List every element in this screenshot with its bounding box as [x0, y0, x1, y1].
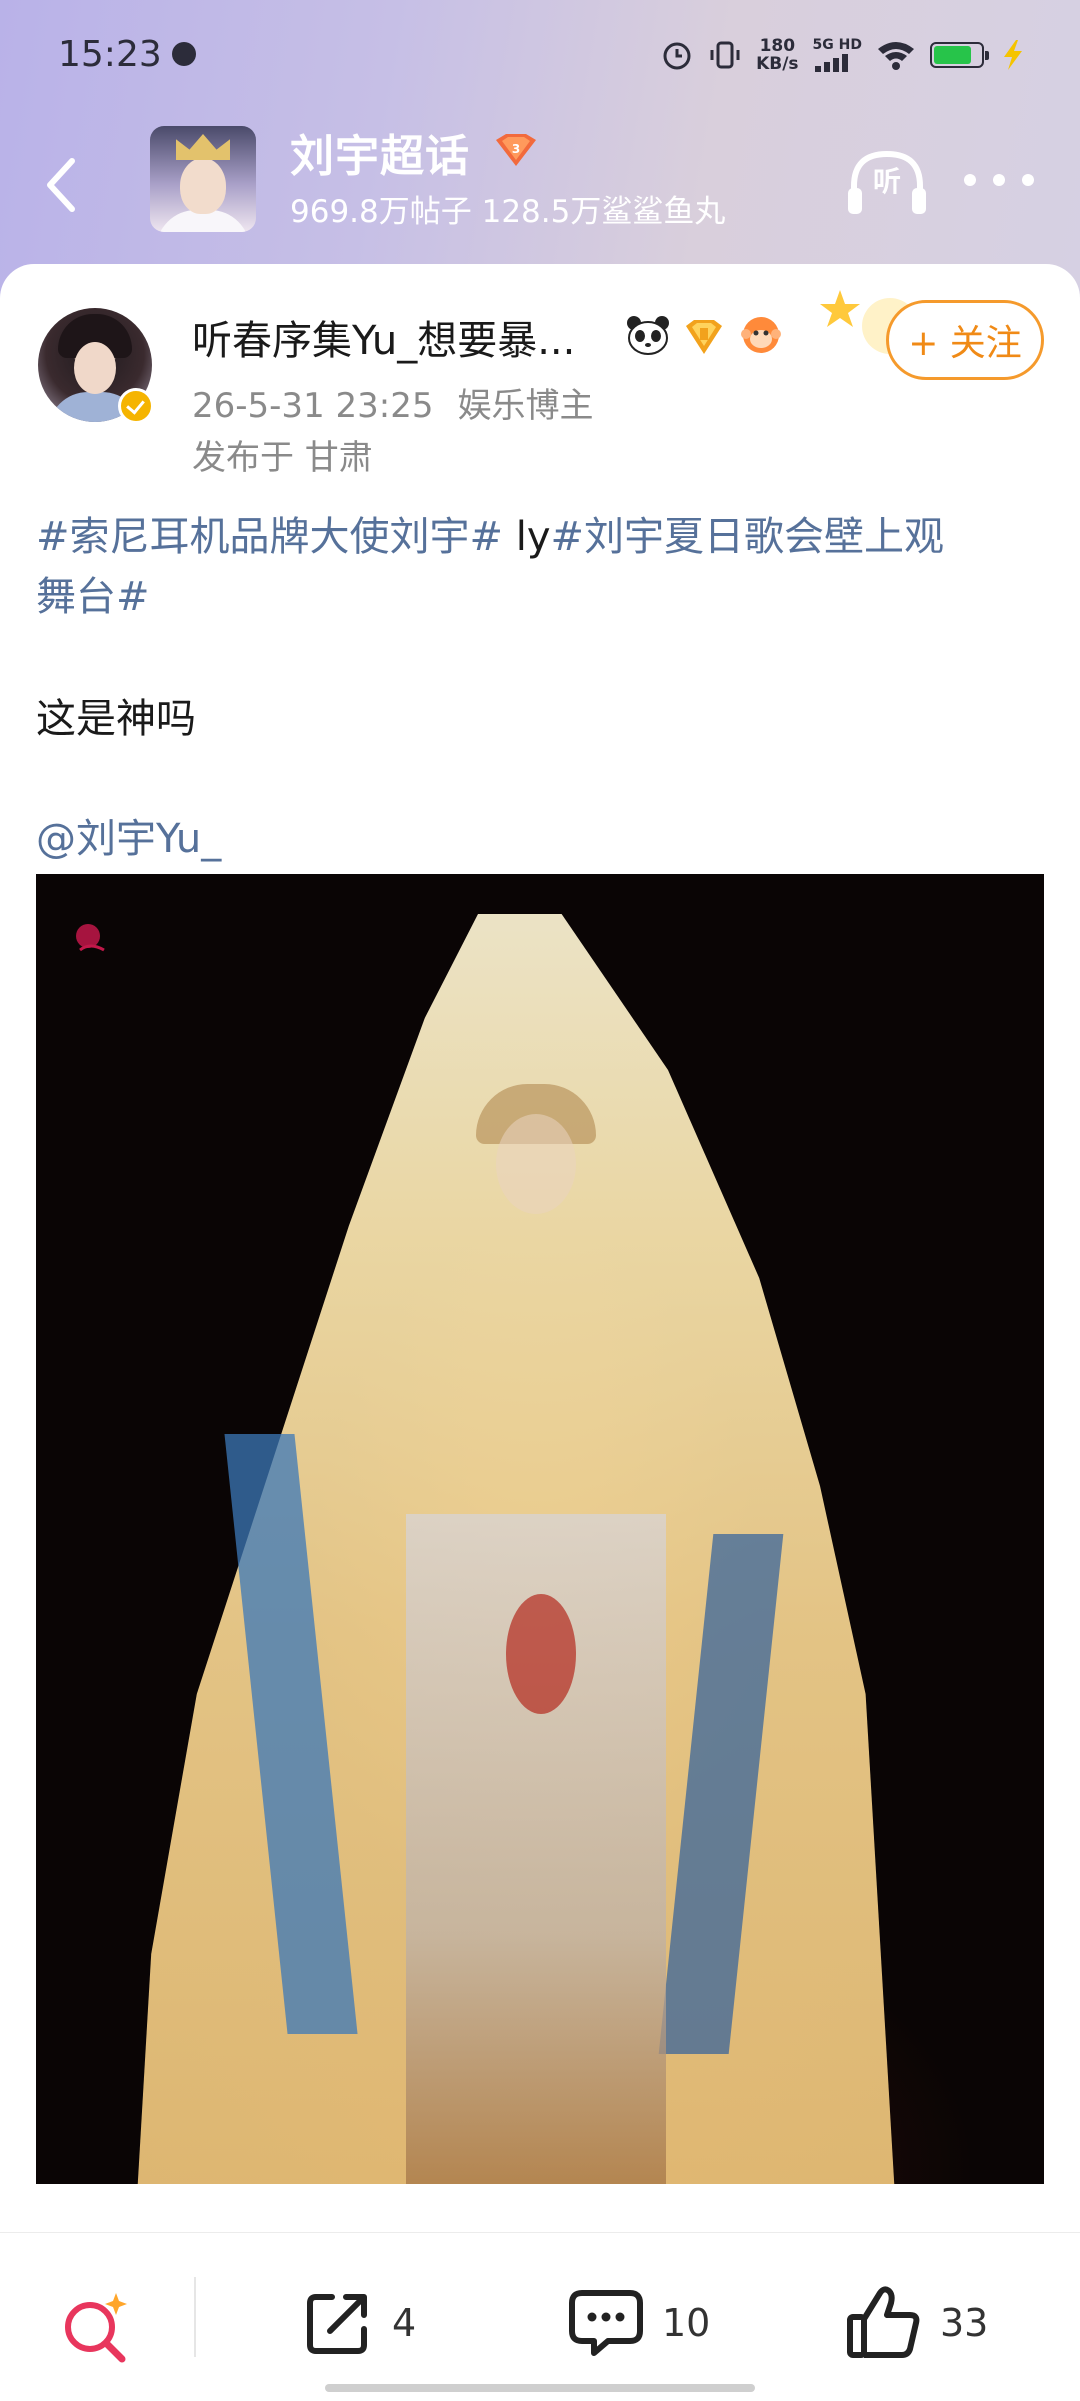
listen-button[interactable]: 听 — [846, 148, 928, 220]
topic-stats: 969.8万帖子 128.5万鲨鲨鱼丸 — [290, 194, 726, 230]
hashtag-link[interactable]: #索尼耳机品牌大使刘宇# — [36, 514, 503, 560]
status-time: 15:23 — [58, 34, 162, 75]
post-body-text: 这是神吗 — [36, 696, 196, 742]
post-meta: 26-5-31 23:25 娱乐博主 — [192, 378, 594, 427]
like-button[interactable]: 33 — [846, 2283, 988, 2363]
post-date: 26-5-31 23:25 — [192, 386, 434, 426]
vibrate-icon — [710, 41, 740, 69]
thumbs-up-icon — [847, 2286, 920, 2358]
crown-icon — [176, 134, 230, 160]
topic-name[interactable]: 刘宇超话 — [290, 120, 470, 184]
charging-icon — [1004, 40, 1022, 70]
hashtag-link-continued[interactable]: 舞台# — [36, 574, 150, 620]
dot-icon — [993, 174, 1005, 186]
net-speed: 180 KB/s — [756, 37, 798, 73]
author-name[interactable]: 听春序集Yu_想要暴... — [192, 308, 575, 366]
post-card: 听春序集Yu_想要暴... 26-5-31 23:25 娱乐博主 发布于 甘肃 +… — [0, 264, 1080, 2400]
post-text-line-1: #索尼耳机品牌大使刘宇# ly#刘宇夏日歌会壁上观 — [36, 504, 944, 562]
status-bar: 15:23 180 KB/s 5G HD — [0, 0, 1080, 110]
like-count: 33 — [940, 2301, 989, 2345]
follow-button[interactable]: + 关注 — [886, 300, 1044, 380]
post-text-line-2: 舞台# — [36, 564, 150, 622]
comment-icon — [569, 2290, 643, 2356]
more-options-button[interactable] — [964, 168, 1034, 192]
dot-icon — [1022, 174, 1034, 186]
signal-label: 5G HD — [812, 37, 862, 53]
svg-text:3: 3 — [512, 142, 520, 156]
battery-fill — [934, 46, 971, 64]
image-sash — [506, 1594, 576, 1714]
comment-count: 10 — [662, 2301, 711, 2345]
signal-icon — [814, 54, 848, 72]
post-location: 发布于 甘肃 — [192, 438, 373, 478]
notification-dot-icon — [172, 42, 196, 66]
repost-count: 4 — [392, 2301, 417, 2345]
verified-badge-icon — [118, 388, 154, 424]
panda-icon — [627, 316, 669, 355]
avatar-face — [74, 342, 116, 394]
repost-button[interactable]: 4 — [302, 2283, 416, 2363]
dot-icon — [964, 174, 976, 186]
comment-button[interactable]: 10 — [568, 2283, 710, 2363]
repost-icon — [307, 2294, 367, 2354]
level-badge-icon: 3 — [496, 134, 536, 166]
net-speed-value: 180 — [759, 36, 796, 56]
listen-label: 听 — [872, 165, 901, 198]
post-image[interactable] — [36, 874, 1044, 2184]
monkey-icon — [741, 317, 781, 353]
bottom-action-bar: 4 10 33 — [0, 2232, 1080, 2401]
wifi-icon — [878, 42, 914, 70]
topic-header: 刘宇超话 3 969.8万帖子 128.5万鲨鲨鱼丸 听 — [0, 110, 1080, 270]
home-indicator[interactable] — [325, 2384, 755, 2392]
topic-avatar[interactable] — [150, 126, 256, 232]
mention-link[interactable]: @刘宇Yu_ — [36, 806, 221, 864]
back-button[interactable] — [30, 140, 90, 230]
ai-search-icon[interactable] — [58, 2289, 134, 2365]
gold-level-badge-icon — [686, 320, 722, 354]
chevron-left-icon — [47, 158, 75, 212]
hashtag-link[interactable]: #刘宇夏日歌会壁上观 — [551, 514, 945, 560]
net-speed-unit: KB/s — [756, 54, 799, 74]
battery-icon — [930, 42, 989, 68]
image-face — [496, 1114, 576, 1214]
signal-block: 5G HD — [813, 38, 862, 72]
author-role: 娱乐博主 — [457, 386, 594, 426]
status-icons: 180 KB/s 5G HD — [660, 32, 1028, 78]
post-text-plain: ly — [503, 514, 551, 560]
divider — [194, 2277, 196, 2357]
watermark-logo-icon — [76, 924, 105, 952]
alarm-icon — [663, 42, 691, 70]
avatar-face — [180, 158, 226, 214]
